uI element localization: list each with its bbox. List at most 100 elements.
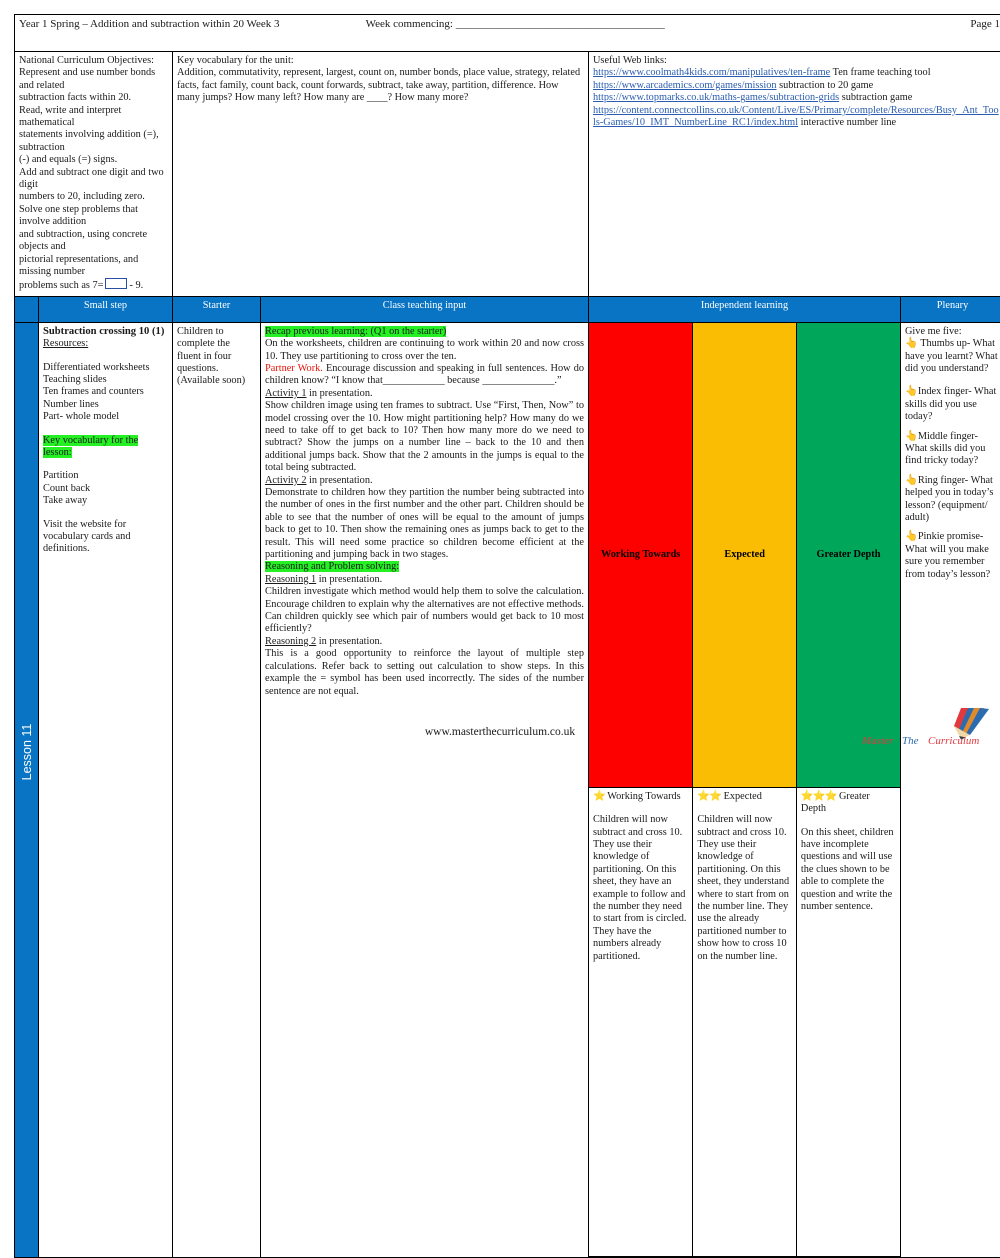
reasoning-2-suffix: in presentation. xyxy=(316,636,382,647)
web-link[interactable]: https://content.connectcollins.co.uk/Con… xyxy=(593,105,999,128)
plenary-cell: Give me five: 👆 Thumbs up- What have you… xyxy=(901,322,1000,1257)
expected-text: Children will now subtract and cross 10.… xyxy=(697,814,789,961)
reasoning-1-label: Reasoning 1 xyxy=(265,574,316,585)
reasoning-1-text: Children investigate which method would … xyxy=(265,586,584,634)
nc-missing-number-line: problems such as 7= - 9. xyxy=(19,278,168,292)
master-the-curriculum-logo: Master The Curriculum xyxy=(860,706,992,748)
hand-icon: 👆 xyxy=(905,338,918,349)
activity-2-text: Demonstrate to children how they partiti… xyxy=(265,487,584,560)
independent-learning-table: Working Towards Expected Greater Depth ⭐… xyxy=(589,323,900,1257)
attainment-badge-row: Working Towards Expected Greater Depth xyxy=(589,323,900,788)
small-step-cell: Subtraction crossing 10 (1) Resources: D… xyxy=(39,322,173,1257)
page-number: Page 1 xyxy=(970,18,1000,30)
resource-item: Number lines xyxy=(43,399,168,411)
plenary-item-text: Index finger- What skills did you use to… xyxy=(905,386,996,422)
web-link[interactable]: https://www.topmarks.co.uk/maths-games/s… xyxy=(593,92,839,103)
reasoning-problem-solving-heading: Reasoning and Problem solving: xyxy=(265,561,399,572)
lesson-body-row: Lesson 11 Subtraction crossing 10 (1) Re… xyxy=(15,322,1000,1257)
nc-line: pictorial representations, and missing n… xyxy=(19,254,168,279)
starter-text: Children to complete the fluent in four … xyxy=(177,326,245,387)
nc-missing-number-prefix: problems such as 7= xyxy=(19,280,103,291)
page-header-row: Year 1 Spring – Addition and subtraction… xyxy=(15,15,1000,52)
badge-working-towards: Working Towards xyxy=(589,323,693,788)
lesson-vocabulary-heading: Key vocabulary for the lesson: xyxy=(43,435,138,458)
reasoning-2-text: This is a good opportunity to reinforce … xyxy=(265,648,584,696)
column-header-starter: Starter xyxy=(173,296,261,322)
star-rating-icon: ⭐ xyxy=(593,791,605,802)
nc-line: Represent and use number bonds and relat… xyxy=(19,67,168,92)
column-header-plenary: Plenary xyxy=(901,296,1000,322)
small-step-title: Subtraction crossing 10 (1) xyxy=(43,326,164,337)
resources-label: Resources: xyxy=(43,338,88,349)
badge-expected: Expected xyxy=(693,323,797,788)
column-header-small-step: Small step xyxy=(39,296,173,322)
useful-web-links-label: Useful Web links: xyxy=(593,55,1000,67)
vocabulary-word: Partition xyxy=(43,470,168,482)
web-link[interactable]: https://www.arcademics.com/games/mission xyxy=(593,80,777,91)
column-header-row: Small step Starter Class teaching input … xyxy=(15,296,1000,322)
working-towards-text: Children will now subtract and cross 10.… xyxy=(593,814,687,961)
logo-word-master: Master xyxy=(861,735,894,747)
logo-word-curriculum: Curriculum xyxy=(928,735,979,747)
lesson-plan-page: Year 1 Spring – Addition and subtraction… xyxy=(0,0,1000,750)
nc-line: (-) and equals (=) signs. xyxy=(19,154,168,166)
web-link-description: subtraction to 20 game xyxy=(777,80,874,91)
resource-item: Teaching slides xyxy=(43,374,168,386)
page-header-cell: Year 1 Spring – Addition and subtraction… xyxy=(15,15,1000,52)
working-towards-cell: ⭐ Working Towards Children will now subt… xyxy=(589,787,693,1256)
plenary-item-text: Thumbs up- What have you learnt? What di… xyxy=(905,338,998,374)
plenary-item-text: Middle finger- What skills did you find … xyxy=(905,431,985,467)
column-header-class-teaching: Class teaching input xyxy=(261,296,589,322)
web-link-description: Ten frame teaching tool xyxy=(830,67,930,78)
star-rating-icon: ⭐⭐ xyxy=(697,791,721,802)
web-link[interactable]: https://www.coolmath4kids.com/manipulati… xyxy=(593,67,830,78)
activity-2-suffix: in presentation. xyxy=(306,475,372,486)
nc-line: Solve one step problems that involve add… xyxy=(19,204,168,229)
hand-icon: 👆 xyxy=(905,386,918,397)
nc-missing-number-suffix: - 9. xyxy=(129,280,143,291)
vocabulary-word: Take away xyxy=(43,495,168,507)
nc-line: statements involving addition (=), subtr… xyxy=(19,129,168,154)
recap-heading: Recap previous learning: (Q1 on the star… xyxy=(265,326,446,337)
starter-cell: Children to complete the fluent in four … xyxy=(173,322,261,1257)
hand-icon: 👆 xyxy=(905,531,918,542)
lesson-spine-header xyxy=(15,296,39,322)
hand-icon: 👆 xyxy=(905,431,918,442)
activity-2-label: Activity 2 xyxy=(265,475,306,486)
greater-depth-cell: ⭐⭐⭐ Greater Depth On this sheet, childre… xyxy=(796,787,900,1256)
recap-text: On the worksheets, children are continui… xyxy=(265,338,584,361)
useful-web-links-cell: Useful Web links: https://www.coolmath4k… xyxy=(589,52,1000,297)
week-commencing-field: Week commencing: _______________________… xyxy=(366,18,665,30)
nc-line: and subtraction, using concrete objects … xyxy=(19,229,168,254)
footer-website: www.masterthecurriculum.co.uk xyxy=(0,726,1000,738)
key-vocabulary-cell: Key vocabulary for the unit: Addition, c… xyxy=(173,52,589,297)
activity-1-text: Show children image using ten frames to … xyxy=(265,400,584,473)
class-teaching-cell: Recap previous learning: (Q1 on the star… xyxy=(261,322,589,1257)
key-vocabulary-text: Addition, commutativity, represent, larg… xyxy=(177,67,580,103)
expected-cell: ⭐⭐ Expected Children will now subtract a… xyxy=(693,787,797,1256)
working-towards-heading: Working Towards xyxy=(605,791,681,802)
info-band-row: National Curriculum Objectives: Represen… xyxy=(15,52,1000,297)
resource-item: Ten frames and counters xyxy=(43,386,168,398)
column-header-independent-learning: Independent learning xyxy=(589,296,901,322)
reasoning-1-suffix: in presentation. xyxy=(316,574,382,585)
web-link-row: https://content.connectcollins.co.uk/Con… xyxy=(593,105,1000,130)
plenary-item-text: Ring finger- What helped you in today’s … xyxy=(905,475,993,523)
missing-number-box-icon xyxy=(105,278,127,289)
nc-line: subtraction facts within 20. xyxy=(19,92,168,104)
web-link-row: https://www.arcademics.com/games/mission… xyxy=(593,80,1000,92)
logo-graphic: Master The Curriculum xyxy=(860,706,992,748)
partner-work-label: Partner Work. xyxy=(265,363,323,374)
plenary-item-text: Pinkie promise- What will you make sure … xyxy=(905,531,990,579)
vocabulary-word: Count back xyxy=(43,483,168,495)
document-title: Year 1 Spring – Addition and subtraction… xyxy=(19,18,280,30)
resource-item: Part- whole model xyxy=(43,411,168,423)
nc-objectives-cell: National Curriculum Objectives: Represen… xyxy=(15,52,173,297)
logo-word-the: The xyxy=(902,735,919,747)
plenary-intro: Give me five: xyxy=(905,326,1000,338)
plan-table: Year 1 Spring – Addition and subtraction… xyxy=(14,14,1000,1258)
expected-heading: Expected xyxy=(721,791,762,802)
nc-line: numbers to 20, including zero. xyxy=(19,191,168,203)
lesson-spine-cell: Lesson 11 xyxy=(15,322,39,1257)
web-link-row: https://www.coolmath4kids.com/manipulati… xyxy=(593,67,1000,79)
